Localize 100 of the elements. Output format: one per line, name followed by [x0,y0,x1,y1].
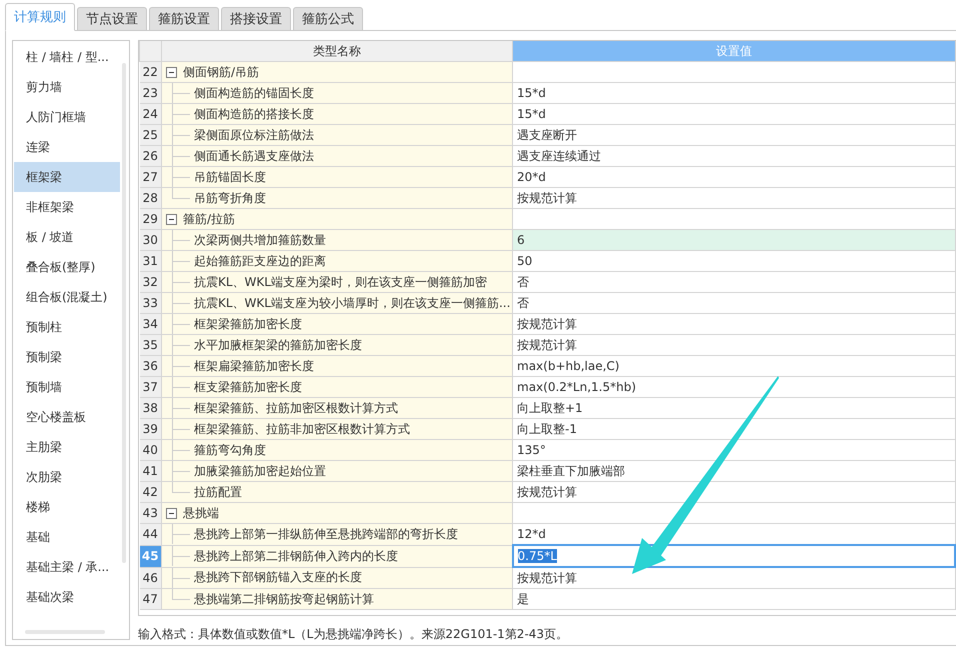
row-number: 30 [140,230,162,250]
value-cell: 135° [512,440,955,460]
category-item[interactable]: 空心楼盖板 [14,402,120,432]
value-cell: 50 [512,250,955,272]
name-cell: 框架梁箍筋、拉筋加密区根数计算方式 [162,398,512,418]
row-number: 38 [140,398,162,418]
category-item[interactable]: 非框架梁 [14,192,120,222]
row-number: 34 [140,314,162,334]
row-number: 28 [140,188,162,208]
name-cell: 抗震KL、WKL端支座为较小墙厚时，则在该支座一侧箍筋... [162,292,512,314]
row-number: 42 [140,482,162,502]
value-cell: 按规范计算 [512,567,955,588]
name-cell: 抗震KL、WKL端支座为梁时，则在该支座一侧箍筋加密 [162,272,512,292]
row-number: 32 [140,272,162,292]
category-item[interactable]: 叠合板(整厚) [14,252,120,282]
name-cell: 侧面构造筋的搭接长度 [162,104,512,124]
value-cell: max(b+hb,lae,C) [512,356,955,376]
value-cell: 梁柱垂直下加腋端部 [512,460,955,482]
tab[interactable]: 搭接设置 [221,7,291,31]
value-cell: 向上取整+1 [512,398,955,418]
value-cell: 按规范计算 [512,482,955,502]
value-cell: 遇支座连续通过 [512,146,955,166]
category-item[interactable]: 预制梁 [14,342,120,372]
group-cell: 悬挑端 [162,502,512,524]
name-cell: 悬挑端第二排钢筋按弯起钢筋计算 [162,588,512,610]
group-cell: 箍筋/拉筋 [162,208,512,230]
name-cell: 箍筋弯勾角度 [162,440,512,460]
category-item[interactable]: 基础主梁 / 承... [14,552,120,582]
row-number: 22 [140,62,162,82]
row-number: 36 [140,356,162,376]
collapse-icon[interactable] [166,508,177,518]
value-cell: 按规范计算 [512,334,955,356]
name-cell: 框架梁箍筋加密长度 [162,314,512,334]
column-header: 类型名称 [162,41,512,62]
category-item[interactable]: 板 / 坡道 [14,222,120,252]
name-cell: 悬挑跨上部第一排纵筋伸至悬挑跨端部的弯折长度 [162,524,512,545]
value-cell: 6 [512,230,955,250]
category-item[interactable]: 剪力墙 [14,72,120,102]
category-item[interactable]: 组合板(混凝土) [14,282,120,312]
name-cell: 悬挑跨下部钢筋锚入支座的长度 [162,567,512,588]
name-cell: 框架梁箍筋、拉筋非加密区根数计算方式 [162,418,512,440]
column-header: 设置值 [512,41,955,62]
input-format-note: 输入格式：具体数值或数值*L（L为悬挑端净跨长）。来源22G101-1第2-43页。 [138,626,570,643]
tab[interactable]: 箍筋公式 [293,7,363,31]
row-number: 37 [140,376,162,398]
name-cell: 起始箍筋距支座边的距离 [162,250,512,272]
row-number: 47 [140,588,162,610]
row-number: 27 [140,166,162,188]
value-cell: 按规范计算 [512,314,955,334]
category-item[interactable]: 柱 / 墙柱 / 型... [14,42,120,72]
value-cell: max(0.2*Ln,1.5*hb) [512,376,955,398]
row-number: 45 [140,545,162,567]
category-item[interactable]: 连梁 [14,132,120,162]
category-item[interactable]: 预制柱 [14,312,120,342]
name-cell: 框支梁箍筋加密长度 [162,376,512,398]
collapse-icon[interactable] [166,66,177,78]
name-cell: 框架扁梁箍筋加密长度 [162,356,512,376]
row-number: 40 [140,440,162,460]
row-number: 31 [140,250,162,272]
category-item[interactable]: 基础次梁 [14,582,120,612]
value-cell: 15*d [512,82,955,104]
name-cell: 水平加腋框架梁的箍筋加密长度 [162,334,512,356]
value-cell: 向上取整-1 [512,418,955,440]
collapse-icon[interactable] [166,214,177,224]
name-cell: 次梁两侧共增加箍筋数量 [162,230,512,250]
value-cell: 15*d [512,104,955,124]
row-number: 46 [140,567,162,588]
row-number: 35 [140,334,162,356]
name-cell: 梁侧面原位标注筋做法 [162,124,512,146]
name-cell: 悬挑跨上部第二排钢筋伸入跨内的长度 [162,545,512,567]
group-cell: 侧面钢筋/吊筋 [162,62,512,82]
value-cell: 是 [512,588,955,610]
row-number: 26 [140,146,162,166]
category-item[interactable]: 基础 [14,522,120,552]
row-number: 29 [140,208,162,230]
row-number: 41 [140,460,162,482]
category-item[interactable]: 楼梯 [14,492,120,522]
row-number: 43 [140,502,162,524]
value-input[interactable]: 0.75*L [512,545,955,567]
category-item[interactable]: 人防门框墙 [14,102,120,132]
value-cell: 20*d [512,166,955,188]
value-cell: 否 [512,272,955,292]
tab[interactable]: 箍筋设置 [149,7,219,31]
name-cell: 加腋梁箍筋加密起始位置 [162,460,512,482]
category-item[interactable]: 次肋梁 [14,462,120,492]
row-number: 44 [140,524,162,545]
category-item[interactable]: 框架梁 [14,162,120,192]
name-cell: 侧面构造筋的锚固长度 [162,82,512,104]
category-item[interactable]: 主肋梁 [14,432,120,462]
tab[interactable]: 节点设置 [77,7,147,31]
value-cell: 按规范计算 [512,188,955,208]
row-number: 39 [140,418,162,440]
value-cell: 否 [512,292,955,314]
name-cell: 侧面通长筋遇支座做法 [162,146,512,166]
row-number: 33 [140,292,162,314]
row-number: 23 [140,82,162,104]
row-number: 24 [140,104,162,124]
category-item[interactable]: 预制墙 [14,372,120,402]
name-cell: 吊筋锚固长度 [162,166,512,188]
name-cell: 吊筋弯折角度 [162,188,512,208]
